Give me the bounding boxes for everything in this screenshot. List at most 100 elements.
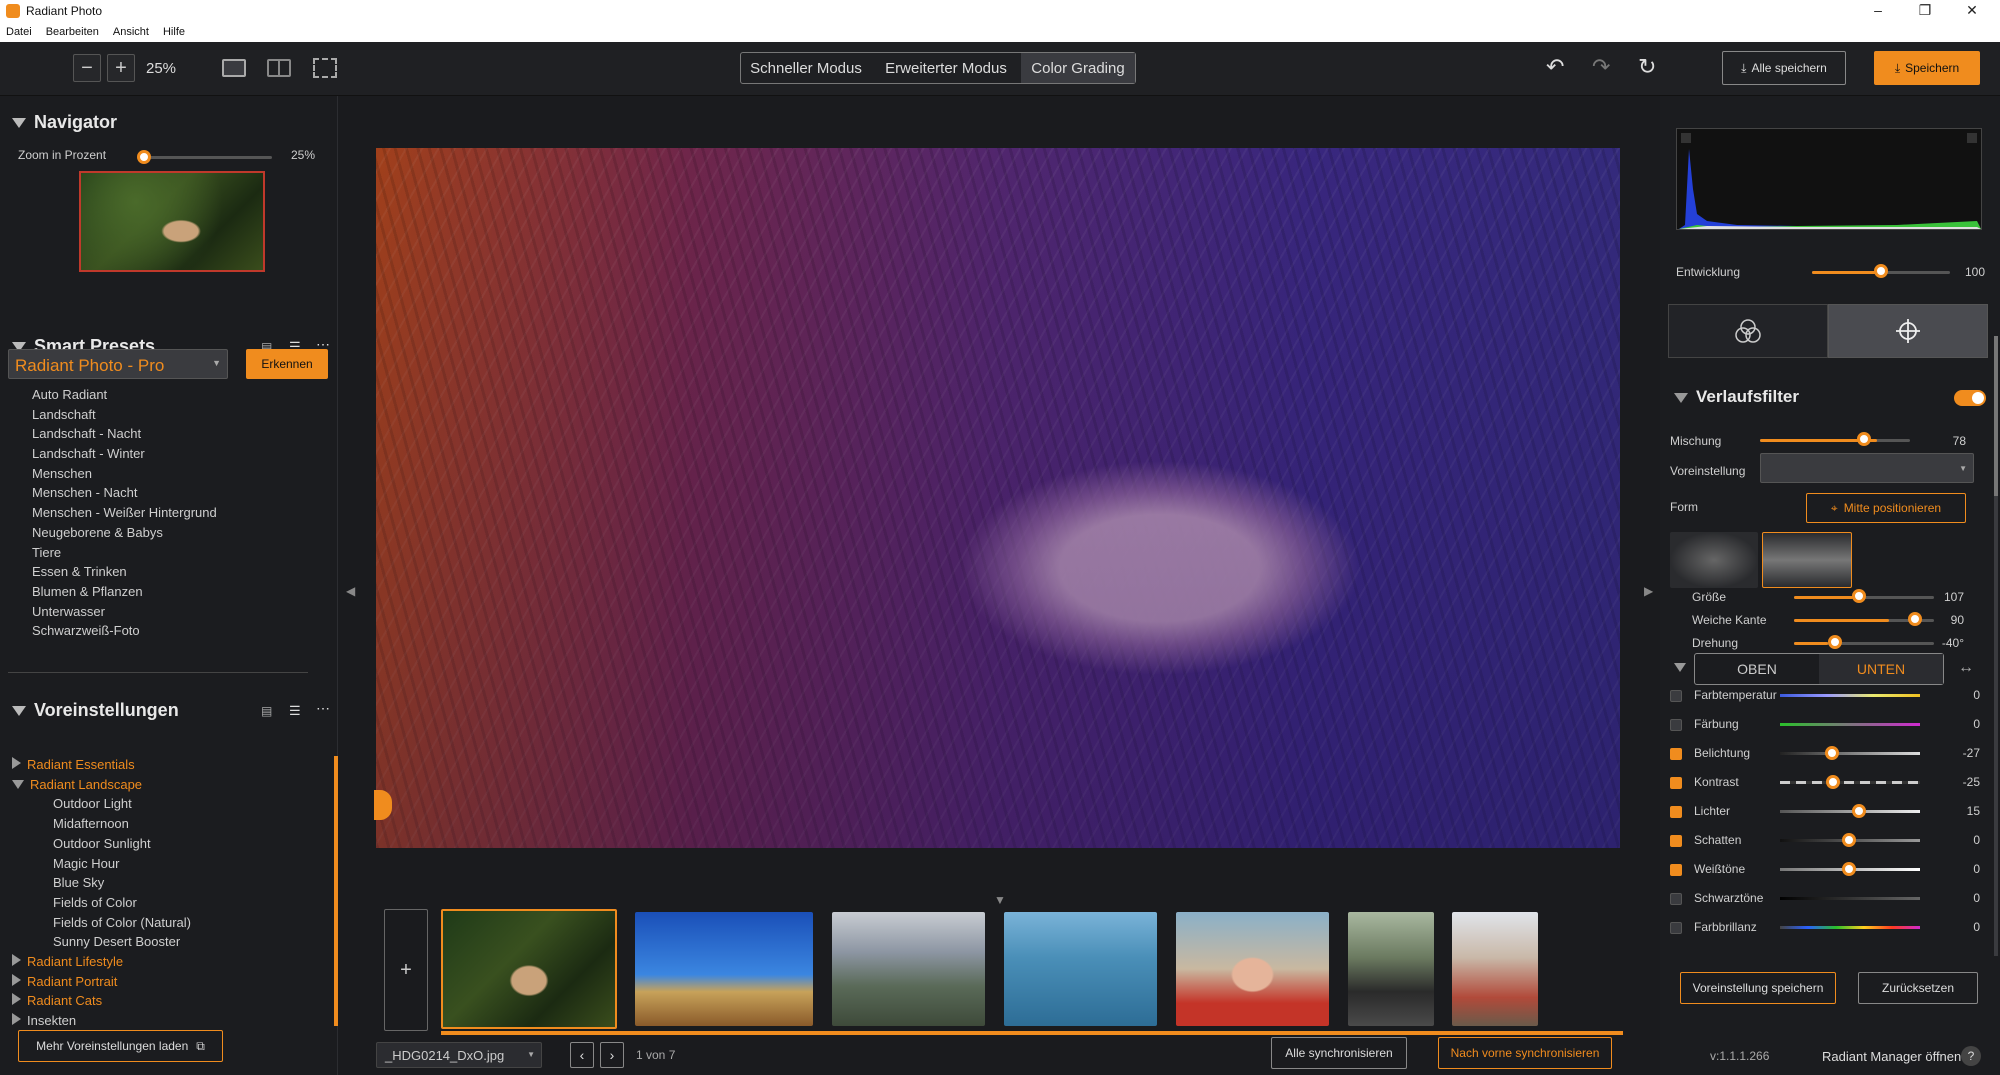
drehung-knob[interactable] [1828,635,1842,649]
sync-forward-button[interactable]: Nach vorne synchronisieren [1438,1037,1612,1069]
maximize-icon[interactable]: ❐ [1913,2,1937,19]
zoom-in-button[interactable]: + [107,54,135,82]
param-checkbox[interactable] [1670,864,1682,876]
schatten-knob[interactable] [1842,833,1856,847]
param-checkbox[interactable] [1670,690,1682,702]
crop-view-icon[interactable] [313,58,337,78]
redo-icon[interactable]: ↷ [1592,54,1610,80]
reset-icon[interactable]: ↻ [1638,54,1656,80]
save-button[interactable]: ⤓ Speichern [1874,51,1980,85]
farbtemperatur-slider[interactable] [1780,694,1920,697]
tab-oben[interactable]: OBEN [1695,654,1819,684]
entwicklung-knob[interactable] [1874,264,1888,278]
faerbung-slider[interactable] [1780,723,1920,726]
tab-unten[interactable]: UNTEN [1819,654,1943,684]
list-item[interactable]: Landschaft [32,407,217,427]
thumbnail-5[interactable] [1176,912,1329,1026]
filmstrip-scrollbar[interactable] [441,1031,1623,1035]
list-item[interactable]: Essen & Trinken [32,564,217,584]
global-adjustments-tab[interactable] [1668,304,1828,358]
local-adjustments-tab[interactable] [1828,304,1988,358]
tree-group-insekten[interactable]: Insekten [12,1011,191,1031]
previous-image-button[interactable]: ‹ [570,1042,594,1068]
swap-icon[interactable]: ↔ [1958,659,1974,677]
mischung-knob[interactable] [1857,432,1871,446]
thumbnail-3[interactable] [832,912,985,1026]
linear-shape-option[interactable] [1762,532,1852,588]
weisstoene-knob[interactable] [1842,862,1856,876]
close-icon[interactable]: ✕ [1960,2,1984,19]
compare-view-icon[interactable] [267,59,291,77]
lichter-knob[interactable] [1852,804,1866,818]
right-scrollbar[interactable] [1994,336,1998,956]
grid-view-icon[interactable]: ▤ [261,704,272,718]
tree-item[interactable]: Fields of Color (Natural) [53,913,191,933]
filter-handle[interactable] [374,790,392,820]
list-item[interactable]: Menschen - Nacht [32,485,217,505]
groesse-knob[interactable] [1852,589,1866,603]
undo-icon[interactable]: ↶ [1546,54,1564,80]
param-checkbox[interactable] [1670,719,1682,731]
menu-bearbeiten[interactable]: Bearbeiten [46,26,99,38]
param-checkbox[interactable] [1670,835,1682,847]
more-options-icon[interactable]: ⋯ [316,700,330,717]
verlaufsfilter-toggle[interactable] [1954,390,1986,406]
list-item[interactable]: Menschen [32,466,217,486]
main-photo[interactable] [376,148,1620,848]
help-icon[interactable]: ? [1961,1046,1981,1066]
tree-item[interactable]: Outdoor Light [53,794,191,814]
param-checkbox[interactable] [1670,893,1682,905]
belichtung-slider[interactable] [1780,752,1920,755]
list-item[interactable]: Blumen & Pflanzen [32,584,217,604]
tree-group-radiant-lifestyle[interactable]: Radiant Lifestyle [12,952,191,972]
kontrast-slider[interactable] [1780,781,1920,784]
zoom-out-button[interactable]: − [73,54,101,82]
param-checkbox[interactable] [1670,806,1682,818]
navigator-header[interactable]: Navigator [12,112,117,133]
menu-hilfe[interactable]: Hilfe [163,26,185,38]
menu-datei[interactable]: Datei [6,26,32,38]
thumbnail-7[interactable] [1452,912,1538,1026]
clipping-shadows-toggle[interactable] [1681,133,1691,143]
minimize-icon[interactable]: – [1866,2,1890,18]
radial-shape-option[interactable] [1670,532,1758,588]
next-image-button[interactable]: › [600,1042,624,1068]
thumbnail-1[interactable] [441,909,617,1029]
smart-preset-select[interactable]: Radiant Photo - Pro ▼ [8,349,228,379]
tree-group-radiant-essentials[interactable]: Radiant Essentials [12,755,191,775]
list-item[interactable]: Unterwasser [32,604,217,624]
thumbnail-2[interactable] [635,912,813,1026]
param-checkbox[interactable] [1670,777,1682,789]
save-all-button[interactable]: ⤓ Alle speichern [1722,51,1846,85]
param-checkbox[interactable] [1670,748,1682,760]
navigator-zoom-slider[interactable] [138,156,272,159]
tab-color-grading[interactable]: Color Grading [1021,53,1135,83]
drehung-slider[interactable] [1794,642,1934,645]
collapse-icon[interactable] [1674,663,1686,672]
thumbnail-4[interactable] [1004,912,1157,1026]
tab-erweiterter-modus[interactable]: Erweiterter Modus [871,53,1021,83]
collapse-left-panel-icon[interactable]: ◀ [346,584,355,598]
list-item[interactable]: Tiere [32,545,217,565]
kontrast-knob[interactable] [1826,775,1840,789]
collapse-right-panel-icon[interactable]: ▶ [1644,584,1653,598]
tree-item[interactable]: Outdoor Sunlight [53,834,191,854]
voreinstellungen-header[interactable]: Voreinstellungen [12,700,179,721]
list-item[interactable]: Landschaft - Winter [32,446,217,466]
thumbnail-6[interactable] [1348,912,1434,1026]
radiant-manager-link[interactable]: Radiant Manager öffnen [1822,1049,1961,1064]
menu-ansicht[interactable]: Ansicht [113,26,149,38]
center-position-button[interactable]: ⌖ Mitte positionieren [1806,493,1966,523]
verlaufsfilter-header[interactable]: Verlaufsfilter [1674,387,1799,407]
tree-group-radiant-landscape[interactable]: Radiant Landscape [12,775,191,795]
tree-item[interactable]: Magic Hour [53,854,191,874]
sync-all-button[interactable]: Alle synchronisieren [1271,1037,1407,1069]
farbbrillanz-slider[interactable] [1780,926,1920,929]
lichter-slider[interactable] [1780,810,1920,813]
single-view-icon[interactable] [222,59,246,77]
belichtung-knob[interactable] [1825,746,1839,760]
load-more-presets-button[interactable]: Mehr Voreinstellungen laden ⧉ [18,1030,223,1062]
tree-item[interactable]: Blue Sky [53,873,191,893]
list-item[interactable]: Auto Radiant [32,387,217,407]
weiche-kante-knob[interactable] [1908,612,1922,626]
